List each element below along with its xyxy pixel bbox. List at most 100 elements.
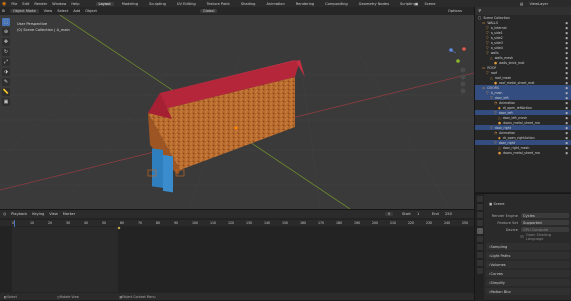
- view-layer-tab-icon[interactable]: [476, 220, 483, 226]
- workspace-tab-animation[interactable]: Animation: [263, 2, 287, 6]
- workspace-tab-rendering[interactable]: Rendering: [293, 2, 317, 6]
- output-tab-icon[interactable]: [476, 212, 483, 218]
- world-tab-icon[interactable]: [476, 236, 483, 242]
- panel-motion-blur[interactable]: › Motion Blur: [486, 288, 570, 295]
- add-cube-tool-icon[interactable]: ▣: [2, 98, 10, 106]
- eye-icon[interactable]: ◉: [565, 131, 568, 135]
- eye-icon[interactable]: ◉: [565, 111, 568, 115]
- eye-icon[interactable]: ◉: [565, 86, 568, 90]
- eye-icon[interactable]: ◉: [565, 136, 568, 140]
- eye-icon[interactable]: ◉: [565, 76, 568, 80]
- panel-simplify[interactable]: › Simplify: [486, 279, 570, 286]
- panel-volumes[interactable]: › Volumes: [486, 261, 570, 268]
- workspace-tab-uv-editing[interactable]: UV Editing: [174, 2, 199, 6]
- menu-window[interactable]: Window: [52, 2, 66, 6]
- 3d-viewport[interactable]: [0, 15, 474, 209]
- current-frame-field[interactable]: 0: [385, 211, 394, 216]
- eye-icon[interactable]: ◉: [565, 31, 568, 35]
- options-dropdown[interactable]: Options: [448, 9, 462, 13]
- eye-icon[interactable]: ◉: [565, 36, 568, 40]
- menu-object[interactable]: Object: [85, 9, 97, 13]
- panel-sampling[interactable]: › Sampling: [486, 243, 570, 250]
- material-tab-icon[interactable]: [476, 268, 483, 274]
- scale-tool-icon[interactable]: ⤢: [2, 58, 10, 66]
- menu-render[interactable]: Render: [34, 2, 47, 6]
- scene-selector[interactable]: ▣ Scene: [415, 2, 441, 6]
- keyframe-marker[interactable]: [117, 226, 121, 230]
- workspace-tab-geometry-nodes[interactable]: Geometry Nodes: [356, 2, 392, 6]
- menu-file[interactable]: File: [11, 2, 17, 6]
- eye-icon[interactable]: ◉: [565, 61, 568, 65]
- eye-icon[interactable]: ◉: [565, 141, 568, 145]
- workspace-tab-compositing[interactable]: Compositing: [322, 2, 351, 6]
- eye-icon[interactable]: ◉: [565, 101, 568, 105]
- outliner-row-label: a_side3: [490, 40, 503, 45]
- object-tab-icon[interactable]: [476, 244, 483, 250]
- frame-number: 130: [246, 220, 253, 225]
- workspace-tab-shading[interactable]: Shading: [238, 2, 259, 6]
- panel-light-paths[interactable]: › Light Paths: [486, 252, 570, 259]
- modifier-tab-icon[interactable]: [476, 252, 483, 258]
- menu-keying[interactable]: Keying: [32, 212, 44, 216]
- eye-icon[interactable]: ◉: [565, 56, 568, 60]
- osl-checkbox[interactable]: [520, 234, 524, 239]
- feature-set-dropdown[interactable]: Supported: [521, 220, 569, 225]
- eye-icon[interactable]: ◉: [565, 81, 568, 85]
- transform-tool-icon[interactable]: ⬗: [2, 68, 10, 76]
- menu-select[interactable]: Select: [57, 9, 68, 13]
- menu-view[interactable]: View: [44, 9, 53, 13]
- workspace-tab-texture-paint[interactable]: Texture Paint: [204, 2, 233, 6]
- panel-curves[interactable]: › Curves: [486, 270, 570, 277]
- menu-add[interactable]: Add: [73, 9, 80, 13]
- eye-icon[interactable]: ◉: [565, 26, 568, 30]
- device-dropdown[interactable]: GPU Compute: [521, 227, 569, 232]
- select-box-tool-icon[interactable]: ⬚: [2, 18, 10, 26]
- eye-icon[interactable]: ◉: [565, 21, 568, 25]
- frame-ruler[interactable]: 0102030405060708090100110120130140150160…: [0, 220, 474, 226]
- frame-number: 170: [318, 220, 325, 225]
- physics-tab-icon[interactable]: [476, 260, 483, 266]
- end-frame-field[interactable]: End 250: [432, 212, 457, 216]
- eye-icon[interactable]: ◉: [565, 66, 568, 70]
- outliner-row[interactable]: ● doors_metal_sheet_ma ◉: [475, 150, 571, 155]
- orientation-dropdown[interactable]: Global: [200, 8, 218, 13]
- outliner-tree: ▭ WALLS ◉ ▽ a_internal ◉ ▽ a_side1 ◉ ▽ a_side2 ◉ ▽ a_…: [475, 20, 571, 155]
- eye-icon[interactable]: ◉: [565, 51, 568, 55]
- annotate-tool-icon[interactable]: ✎: [2, 78, 10, 86]
- eye-icon[interactable]: ◉: [565, 96, 568, 100]
- view-layer-selector[interactable]: ▤ ViewLayer: [520, 2, 553, 6]
- timeline-editor-icon[interactable]: ◷: [3, 212, 6, 216]
- eye-icon[interactable]: ◉: [565, 46, 568, 50]
- menu-marker[interactable]: Marker: [63, 212, 75, 216]
- render-tab-icon[interactable]: [476, 204, 483, 210]
- eye-icon[interactable]: ◉: [565, 91, 568, 95]
- tool-tab-icon[interactable]: [476, 196, 483, 202]
- eye-icon[interactable]: ◉: [565, 71, 568, 75]
- eye-icon[interactable]: ◉: [565, 126, 568, 130]
- eye-icon[interactable]: ◉: [565, 116, 568, 120]
- frame-number: 230: [426, 220, 433, 225]
- eye-icon[interactable]: ◉: [565, 121, 568, 125]
- start-frame-field[interactable]: Start 1: [402, 212, 424, 216]
- scene-tab-icon[interactable]: [476, 228, 483, 234]
- move-tool-icon[interactable]: ✥: [2, 38, 10, 46]
- workspace-tab-layout[interactable]: Layout: [95, 1, 114, 6]
- menu-playback[interactable]: Playback: [11, 212, 27, 216]
- rotate-tool-icon[interactable]: ↻: [2, 48, 10, 56]
- render-engine-dropdown[interactable]: Cycles: [521, 213, 569, 218]
- editor-type-icon[interactable]: ⊞: [2, 9, 5, 13]
- filter-icon[interactable]: ⧩: [478, 9, 481, 13]
- eye-icon[interactable]: ◉: [565, 41, 568, 45]
- blender-logo-icon[interactable]: ◉: [2, 1, 6, 7]
- menu-view-timeline[interactable]: View: [49, 212, 58, 216]
- eye-icon[interactable]: ◉: [565, 151, 568, 155]
- menu-help[interactable]: Help: [71, 2, 79, 6]
- cursor-tool-icon[interactable]: ⊕: [2, 28, 10, 36]
- eye-icon[interactable]: ◉: [565, 106, 568, 110]
- workspace-tab-modeling[interactable]: Modeling: [119, 2, 141, 6]
- workspace-tab-sculpting[interactable]: Sculpting: [146, 2, 169, 6]
- eye-icon[interactable]: ◉: [565, 146, 568, 150]
- measure-tool-icon[interactable]: 📏: [2, 88, 10, 96]
- mode-dropdown[interactable]: Object Mode: [10, 9, 39, 13]
- menu-edit[interactable]: Edit: [22, 2, 29, 6]
